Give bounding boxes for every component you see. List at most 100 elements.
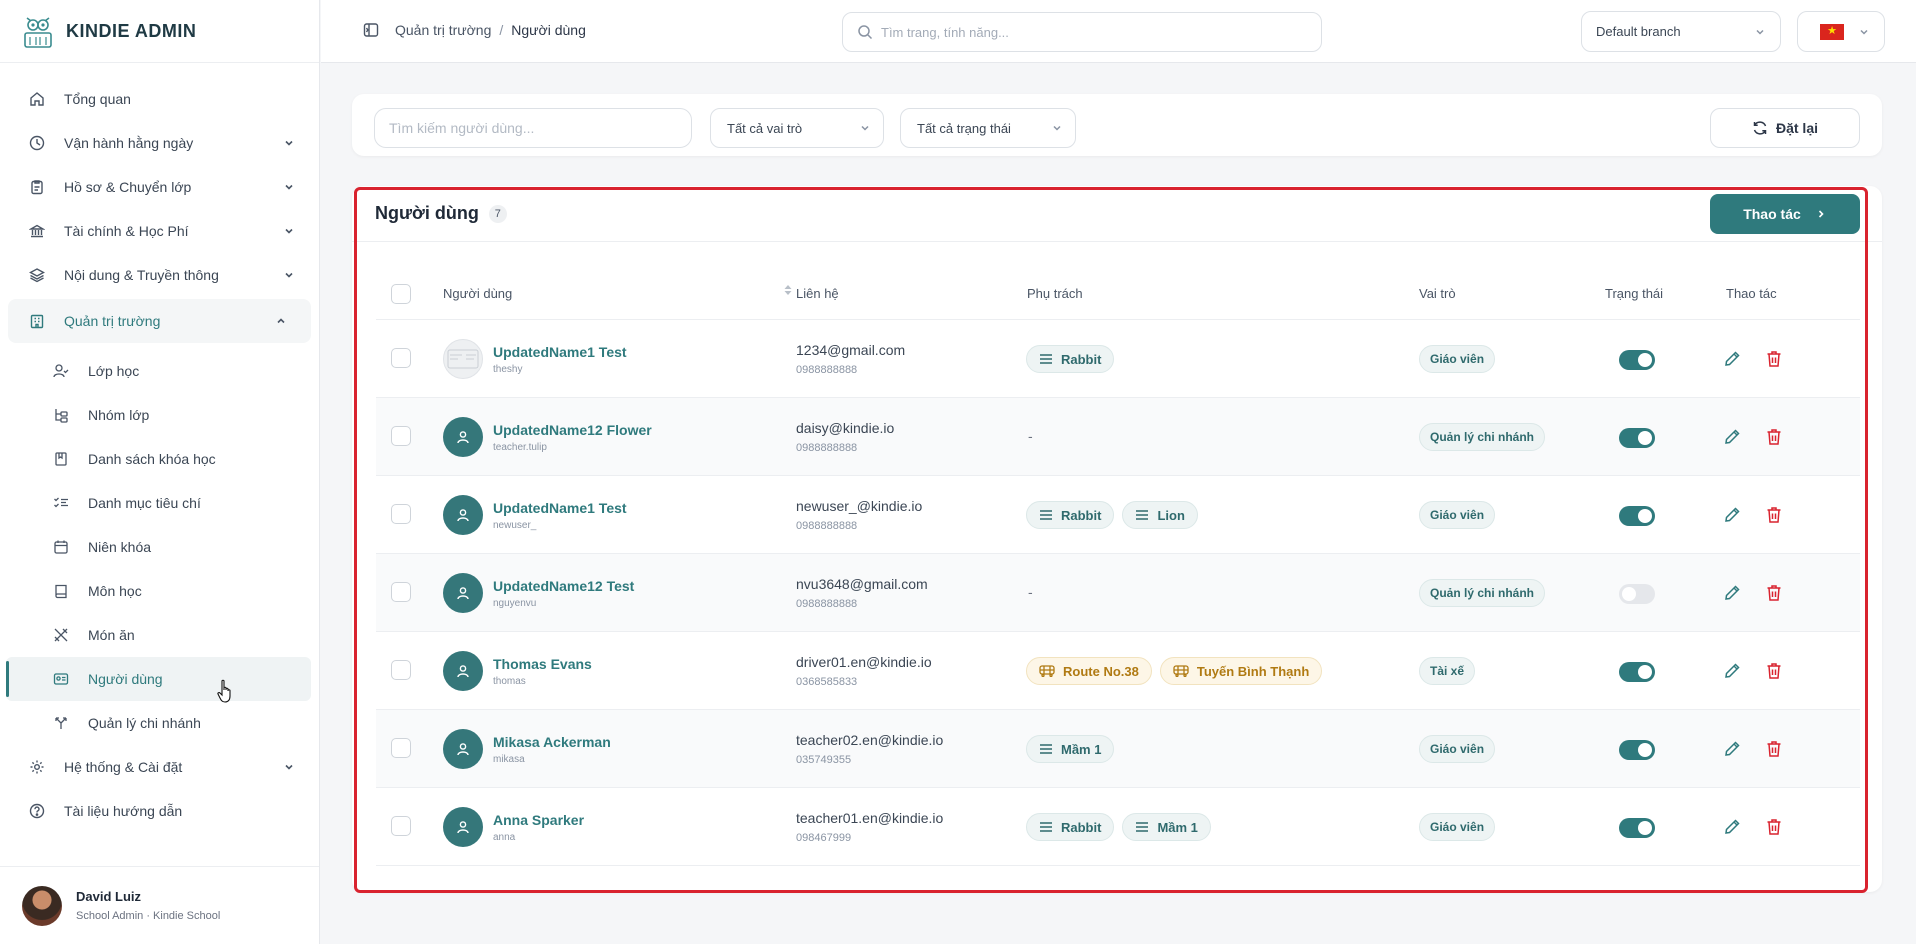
sidebar-item-finance[interactable]: Tài chính & Học Phí (0, 209, 319, 253)
class-tag[interactable]: Mầm 1 (1026, 735, 1115, 763)
delete-button[interactable] (1764, 661, 1784, 686)
language-select[interactable]: ★ (1797, 11, 1885, 52)
users-card: Người dùng 7 Thao tác Người dùng Liên hệ… (352, 186, 1882, 892)
utensils-icon (52, 626, 70, 644)
contact-phone: 098467999 (796, 832, 852, 844)
sidebar-subitem-label: Lớp học (88, 363, 140, 379)
edit-button[interactable] (1722, 427, 1742, 452)
row-checkbox[interactable] (391, 816, 411, 836)
breadcrumb: Quản trị trường / Người dùng (363, 22, 586, 38)
user-search-input[interactable]: Tìm kiếm người dùng... (374, 108, 692, 148)
user-name-link[interactable]: UpdatedName12 Flower (493, 422, 652, 438)
row-checkbox[interactable] (391, 738, 411, 758)
table-row[interactable]: Mikasa Ackerman mikasa teacher02.en@kind… (376, 710, 1860, 788)
role-filter-select[interactable]: Tất cả vai trò (710, 108, 884, 148)
sidebar-subitem-branches[interactable]: Quản lý chi nhánh (0, 701, 319, 745)
edit-button[interactable] (1722, 739, 1742, 764)
sidebar-toggle-icon[interactable] (363, 22, 379, 38)
sidebar-item-daily-ops[interactable]: Vận hành hằng ngày (0, 121, 319, 165)
sidebar-item-settings[interactable]: Hệ thống & Cài đặt (0, 745, 319, 789)
sort-icon[interactable] (783, 282, 793, 298)
sidebar-subitem-label: Quản lý chi nhánh (88, 715, 201, 731)
status-toggle[interactable] (1619, 818, 1655, 838)
sidebar-item-school-admin[interactable]: Quản trị trường (8, 299, 311, 343)
user-name-link[interactable]: UpdatedName12 Test (493, 578, 634, 594)
column-header-user[interactable]: Người dùng (443, 286, 512, 301)
edit-button[interactable] (1722, 505, 1742, 530)
edit-button[interactable] (1722, 349, 1742, 374)
sidebar-subitem-criteria[interactable]: Danh mục tiêu chí (0, 481, 319, 525)
user-name-link[interactable]: Anna Sparker (493, 812, 584, 828)
sidebar-subitem-classes[interactable]: Lớp học (0, 349, 319, 393)
reset-button[interactable]: Đặt lại (1710, 108, 1860, 148)
status-toggle[interactable] (1619, 662, 1655, 682)
delete-button[interactable] (1764, 817, 1784, 842)
breadcrumb-parent[interactable]: Quản trị trường (395, 22, 491, 38)
sidebar-item-label: Hồ sơ & Chuyển lớp (64, 179, 192, 195)
list-icon (1136, 822, 1149, 832)
list-icon (1136, 510, 1149, 520)
delete-button[interactable] (1764, 349, 1784, 374)
sidebar-item-content[interactable]: Nội dung & Truyền thông (0, 253, 319, 297)
contact-phone: 0988888888 (796, 598, 858, 610)
delete-button[interactable] (1764, 739, 1784, 764)
row-checkbox[interactable] (391, 582, 411, 602)
sidebar-subitem-school-year[interactable]: Niên khóa (0, 525, 319, 569)
trash-icon (1767, 819, 1781, 835)
route-tag[interactable]: Route No.38 (1026, 657, 1152, 685)
table-row[interactable]: UpdatedName12 Test nguyenvu nvu3648@gmai… (376, 554, 1860, 632)
sidebar-item-overview[interactable]: Tổng quan (0, 77, 319, 121)
row-checkbox[interactable] (391, 348, 411, 368)
user-name-link[interactable]: Thomas Evans (493, 656, 592, 672)
trash-icon (1767, 507, 1781, 523)
table-row[interactable]: UpdatedName12 Flower teacher.tulip daisy… (376, 398, 1860, 476)
edit-button[interactable] (1722, 661, 1742, 686)
chevron-down-icon (1860, 29, 1868, 35)
edit-button[interactable] (1722, 817, 1742, 842)
table-row[interactable]: UpdatedName1 Test newuser_ newuser_@kind… (376, 476, 1860, 554)
status-filter-select[interactable]: Tất cả trạng thái (900, 108, 1076, 148)
select-all-checkbox[interactable] (391, 284, 411, 304)
row-checkbox[interactable] (391, 660, 411, 680)
bank-icon (28, 222, 46, 240)
route-tag[interactable]: Tuyến Bình Thạnh (1159, 657, 1323, 685)
sidebar-subitem-subjects[interactable]: Môn học (0, 569, 319, 613)
branch-select[interactable]: Default branch (1581, 11, 1781, 52)
calendar-icon (52, 538, 70, 556)
brand[interactable]: KINDIE ADMIN (0, 0, 319, 63)
delete-button[interactable] (1764, 505, 1784, 530)
class-tag[interactable]: Mầm 1 (1122, 813, 1211, 841)
sidebar-item-records[interactable]: Hồ sơ & Chuyển lớp (0, 165, 319, 209)
user-name-link[interactable]: UpdatedName1 Test (493, 344, 627, 360)
delete-button[interactable] (1764, 427, 1784, 452)
status-toggle[interactable] (1619, 350, 1655, 370)
avatar (443, 807, 483, 847)
table-row[interactable]: Anna Sparker anna teacher01.en@kindie.io… (376, 788, 1860, 866)
class-tag[interactable]: Rabbit (1026, 813, 1115, 841)
sidebar-subitem-users[interactable]: Người dùng (6, 657, 311, 701)
status-toggle[interactable] (1619, 740, 1655, 760)
current-user[interactable]: David Luiz School Admin · Kindie School (0, 866, 319, 944)
class-tag[interactable]: Rabbit (1026, 501, 1115, 529)
status-toggle[interactable] (1619, 506, 1655, 526)
row-checkbox[interactable] (391, 426, 411, 446)
row-checkbox[interactable] (391, 504, 411, 524)
contact-email: 1234@gmail.com (796, 342, 906, 358)
sidebar-item-docs[interactable]: Tài liệu hướng dẫn (0, 789, 319, 833)
class-tag[interactable]: Lion (1122, 501, 1198, 529)
status-toggle[interactable] (1619, 584, 1655, 604)
user-name-link[interactable]: Mikasa Ackerman (493, 734, 611, 750)
class-tag[interactable]: Rabbit (1026, 345, 1115, 373)
sidebar-subitem-meals[interactable]: Món ăn (0, 613, 319, 657)
status-toggle[interactable] (1619, 428, 1655, 448)
bulk-actions-button[interactable]: Thao tác (1710, 194, 1860, 234)
user-handle: theshy (493, 364, 523, 375)
table-row[interactable]: UpdatedName1 Test theshy 1234@gmail.com … (376, 320, 1860, 398)
global-search-input[interactable]: Tìm trang, tính năng... (842, 12, 1322, 52)
user-name-link[interactable]: UpdatedName1 Test (493, 500, 627, 516)
edit-button[interactable] (1722, 583, 1742, 608)
sidebar-subitem-class-groups[interactable]: Nhóm lớp (0, 393, 319, 437)
delete-button[interactable] (1764, 583, 1784, 608)
table-row[interactable]: Thomas Evans thomas driver01.en@kindie.i… (376, 632, 1860, 710)
sidebar-subitem-course-list[interactable]: Danh sách khóa học (0, 437, 319, 481)
